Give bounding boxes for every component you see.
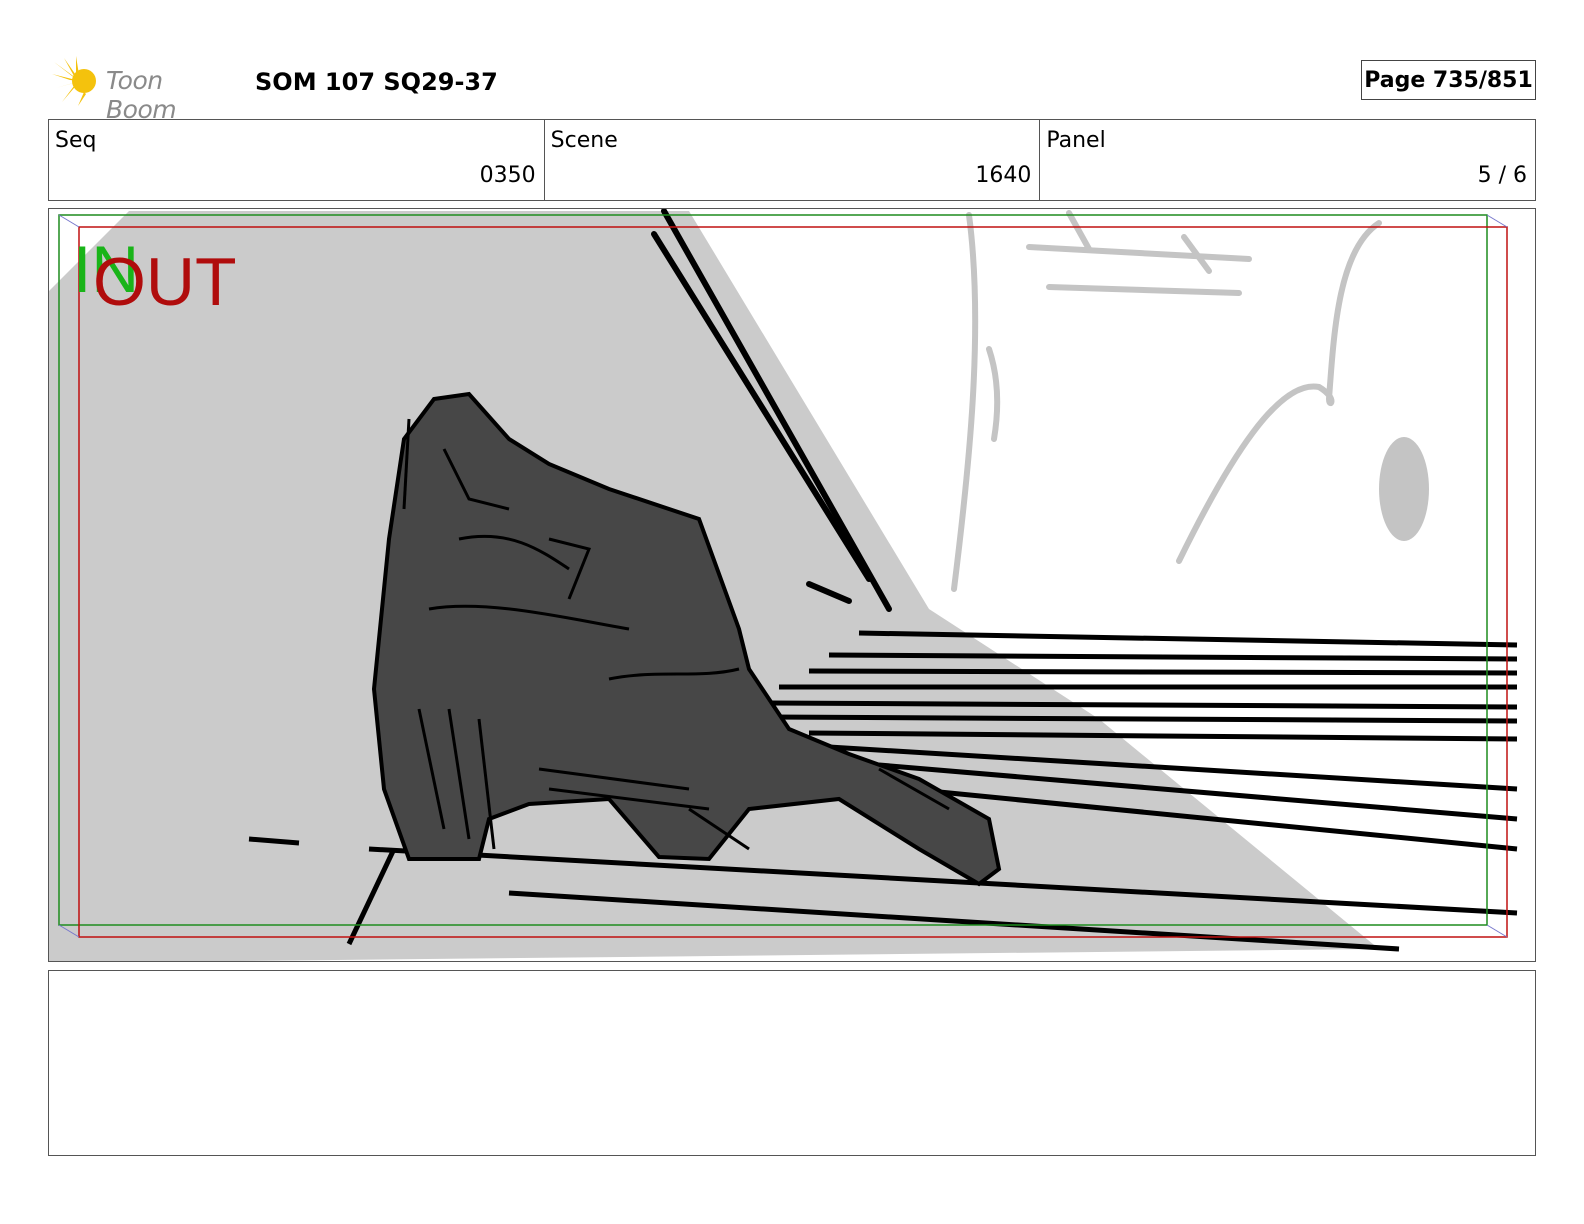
notes-box[interactable] bbox=[48, 970, 1536, 1156]
seq-value: 0350 bbox=[479, 163, 536, 188]
document-title: SOM 107 SQ29-37 bbox=[255, 68, 498, 96]
panel-sketch bbox=[49, 209, 1518, 961]
info-row: Seq 0350 Scene 1640 Panel 5 / 6 bbox=[48, 119, 1536, 201]
toon-boom-logo: Toon Boom bbox=[50, 54, 240, 124]
scene-label: Scene bbox=[550, 128, 618, 153]
scene-value: 1640 bbox=[975, 163, 1032, 188]
panel-label: Panel bbox=[1046, 128, 1106, 153]
window-blob bbox=[1379, 437, 1429, 541]
page-number: Page 735/851 bbox=[1361, 60, 1536, 100]
starburst-icon bbox=[52, 56, 96, 106]
seq-label: Seq bbox=[55, 128, 97, 153]
scene-cell: Scene 1640 bbox=[545, 120, 1041, 200]
page-number-text: Page 735/851 bbox=[1364, 67, 1533, 93]
panel-cell: Panel 5 / 6 bbox=[1040, 120, 1535, 200]
out-frame-label: OUT bbox=[93, 244, 237, 320]
panel-value: 5 / 6 bbox=[1477, 163, 1528, 188]
window-sketch bbox=[951, 210, 1382, 592]
seq-cell: Seq 0350 bbox=[49, 120, 545, 200]
logo-text: Toon Boom bbox=[106, 66, 177, 124]
storyboard-panel: IN OUT bbox=[48, 208, 1536, 962]
